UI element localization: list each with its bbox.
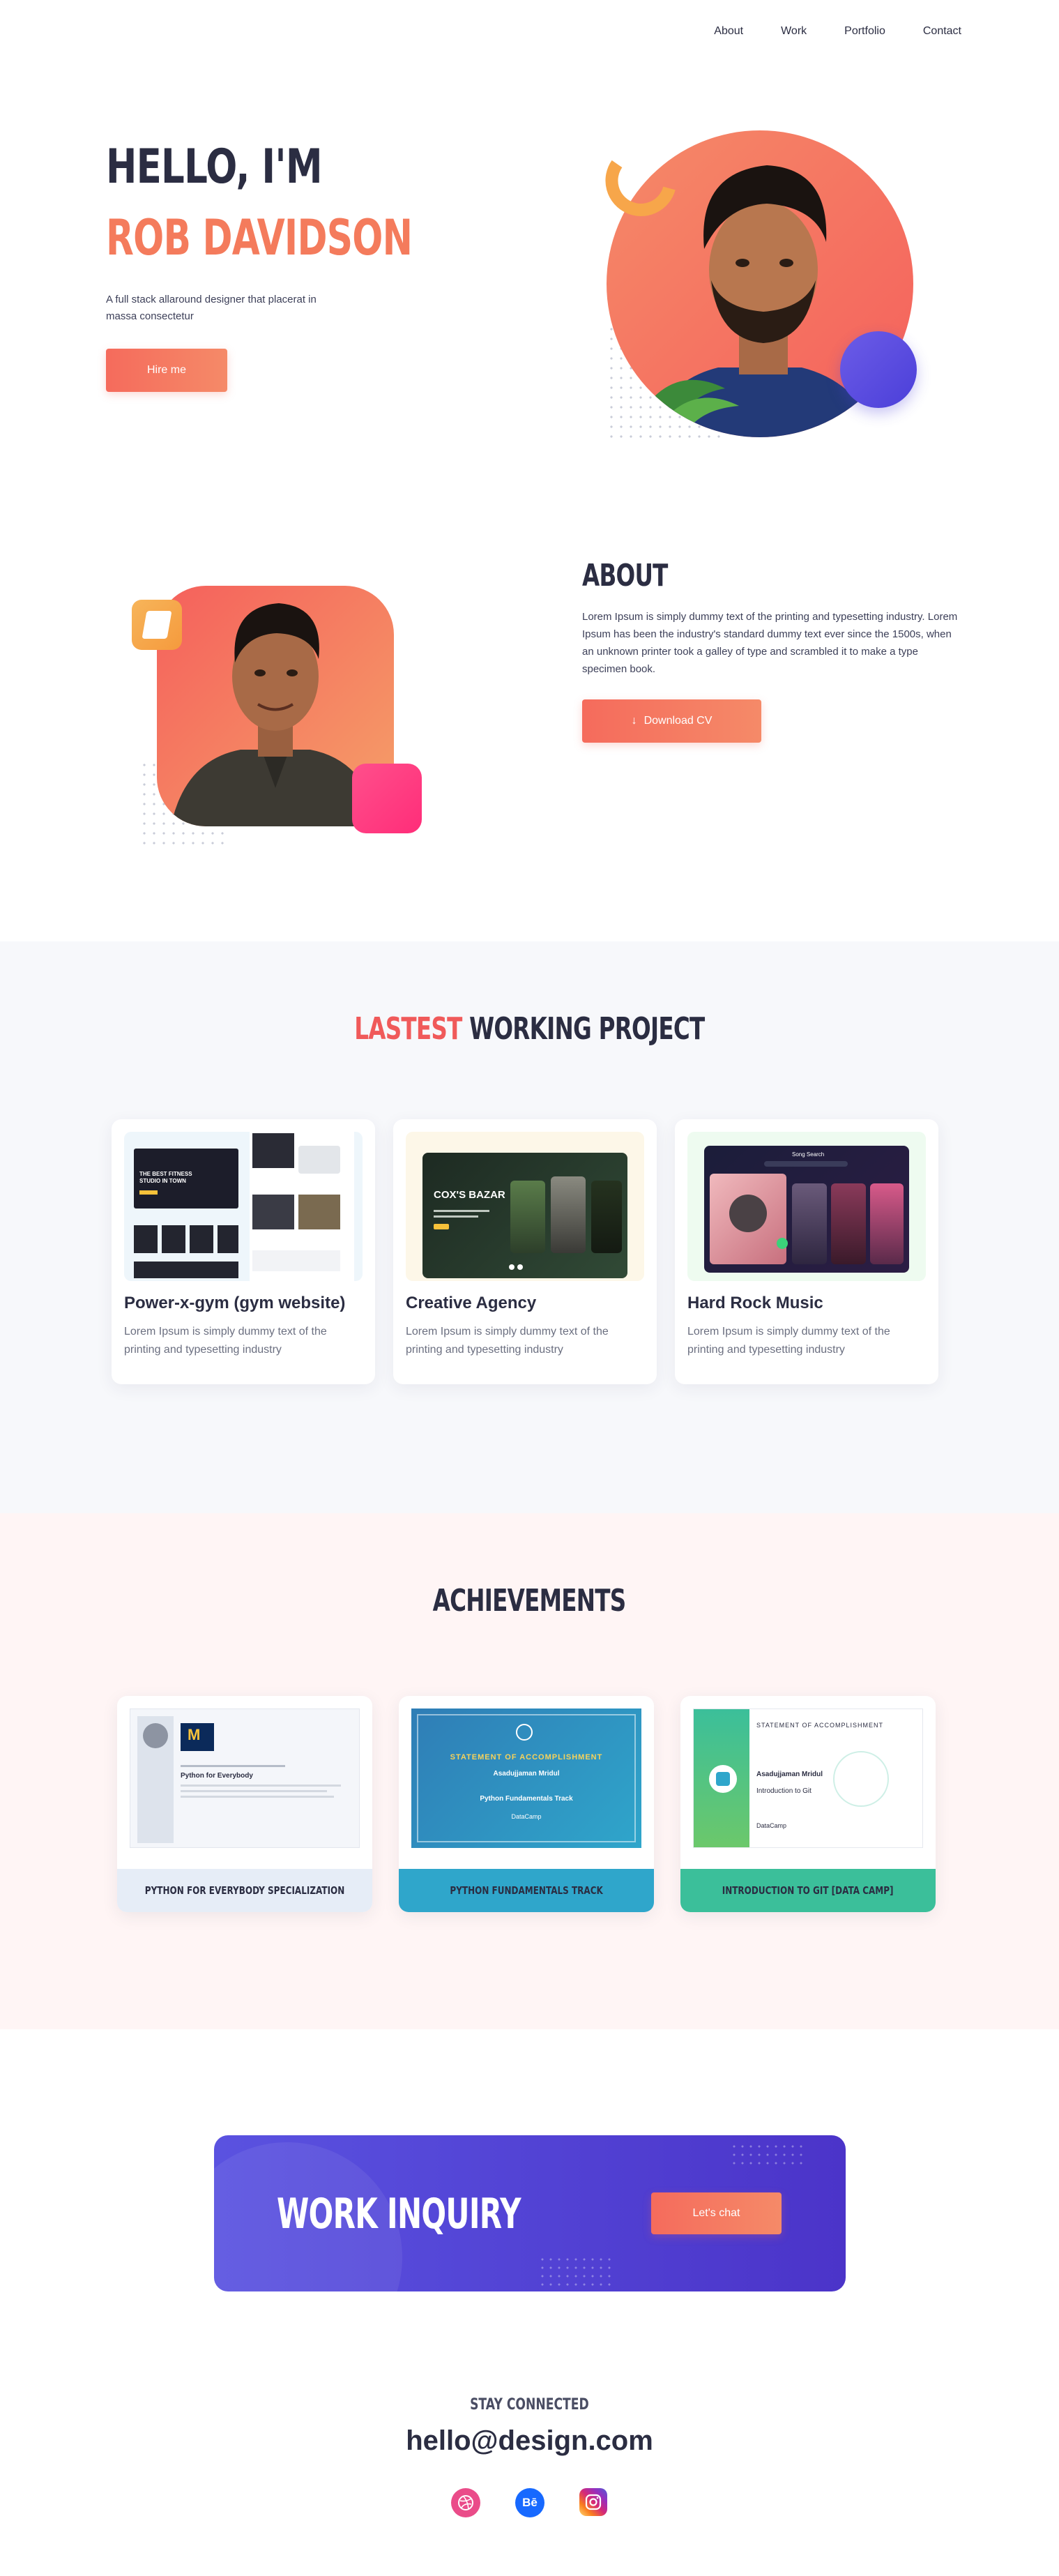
nav-link-about[interactable]: About (714, 25, 743, 38)
work-inquiry-title: WORK INQUIRY (277, 2190, 521, 2238)
certificate-heading: STATEMENT OF ACCOMPLISHMENT (756, 1722, 884, 1729)
gym-headline: THE BEST FITNESS STUDIO IN TOWN (139, 1171, 192, 1184)
certificate-recipient: Asadujjaman Mridul (493, 1770, 560, 1778)
project-description: Lorem Ipsum is simply dummy text of the … (406, 1326, 609, 1356)
about-title: ABOUT (582, 558, 668, 593)
hero-photo-group (600, 115, 920, 443)
social-links: Bē (451, 2488, 607, 2517)
project-card-gym[interactable]: THE BEST FITNESS STUDIO IN TOWN Power-x-… (112, 1119, 375, 1384)
achievement-card-python-everybody[interactable]: M Python for Everybody PYTHON FOR EVERYB… (117, 1696, 372, 1912)
about-text: Lorem Ipsum is simply dummy text of the … (582, 611, 958, 675)
nav-link-portfolio[interactable]: Portfolio (844, 25, 885, 38)
projects-title-accent: LASTEST (354, 1011, 462, 1047)
project-thumbnail[interactable]: THE BEST FITNESS STUDIO IN TOWN (124, 1132, 363, 1281)
pink-square-decoration (352, 764, 422, 833)
achievements-title: ACHIEVEMENTS (433, 1583, 627, 1619)
project-name[interactable]: Hard Rock Music (687, 1294, 823, 1313)
certificate-image[interactable]: M Python for Everybody (130, 1709, 360, 1848)
achievement-label: PYTHON FOR EVERYBODY SPECIALIZATION (117, 1869, 372, 1912)
music-headline: Song Search (792, 1151, 825, 1158)
certificate-heading: STATEMENT OF ACCOMPLISHMENT (450, 1753, 603, 1761)
work-inquiry-banner: WORK INQUIRY Let's chat (214, 2135, 846, 2291)
nav-link-work[interactable]: Work (781, 25, 807, 38)
lets-chat-button[interactable]: Let's chat (651, 2192, 782, 2234)
dot-pattern (730, 2142, 807, 2170)
instagram-icon[interactable] (579, 2488, 607, 2516)
project-card-agency[interactable]: COX'S BAZAR Creative Agency Lorem Ipsum … (393, 1119, 657, 1384)
download-cv-button[interactable]: ↓ Download CV (582, 699, 761, 743)
certificate-course: Introduction to Git (756, 1787, 812, 1795)
project-name[interactable]: Creative Agency (406, 1294, 536, 1313)
projects-title-rest: WORKING PROJECT (469, 1011, 705, 1047)
project-card-music[interactable]: Song Search Hard Rock Music Lorem Ipsum … (675, 1119, 938, 1384)
project-description: Lorem Ipsum is simply dummy text of the … (687, 1326, 890, 1356)
agency-headline: COX'S BAZAR (434, 1189, 505, 1201)
certificate-brand: DataCamp (756, 1822, 787, 1829)
download-arrow-icon: ↓ (631, 715, 637, 727)
certificate-image[interactable]: STATEMENT OF ACCOMPLISHMENT Asadujjaman … (693, 1709, 923, 1848)
dribbble-icon[interactable] (451, 2488, 480, 2517)
nav-link-contact[interactable]: Contact (923, 25, 961, 38)
purple-ball-decoration (840, 331, 917, 408)
top-nav: About Work Portfolio Contact (714, 25, 961, 38)
ring-decoration-icon (605, 160, 676, 216)
download-cv-label: Download CV (643, 715, 713, 727)
achievement-card-intro-git[interactable]: STATEMENT OF ACCOMPLISHMENT Asadujjaman … (680, 1696, 936, 1912)
project-description: Lorem Ipsum is simply dummy text of the … (124, 1326, 327, 1356)
contact-email[interactable]: hello@design.com (0, 2425, 1059, 2457)
achievement-cards: M Python for Everybody PYTHON FOR EVERYB… (117, 1696, 936, 1912)
certificate-course: Python Fundamentals Track (480, 1795, 573, 1803)
projects-title: LASTEST WORKING PROJECT (0, 1011, 1059, 1047)
dot-pattern (538, 2255, 615, 2290)
hero-name: ROB DAVIDSON (106, 209, 413, 266)
projects-section: LASTEST WORKING PROJECT THE BEST FITNESS… (0, 941, 1059, 1513)
certificate-course: Python for Everybody (181, 1772, 253, 1780)
hero-greeting: HELLO, I'M (106, 139, 323, 195)
achievements-section: ACHIEVEMENTS M Python for Everybody PYTH… (0, 1513, 1059, 2029)
project-thumbnail[interactable]: Song Search (687, 1132, 926, 1281)
project-cards: THE BEST FITNESS STUDIO IN TOWN Power-x-… (112, 1119, 938, 1384)
achievement-label: INTRODUCTION TO GIT [DATA CAMP] (680, 1869, 936, 1912)
certificate-brand: DataCamp (511, 1813, 542, 1820)
hire-me-button[interactable]: Hire me (106, 349, 227, 392)
behance-icon[interactable]: Bē (515, 2488, 544, 2517)
achievement-label: PYTHON FUNDAMENTALS TRACK (399, 1869, 654, 1912)
hero-description: A full stack allaround designer that pla… (106, 294, 317, 322)
achievement-card-python-fundamentals[interactable]: STATEMENT OF ACCOMPLISHMENT Asadujjaman … (399, 1696, 654, 1912)
project-thumbnail[interactable]: COX'S BAZAR (406, 1132, 644, 1281)
yellow-square-decoration (132, 600, 182, 650)
certificate-recipient: Asadujjaman Mridul (756, 1771, 823, 1778)
about-photo-group (129, 551, 429, 858)
project-name[interactable]: Power-x-gym (gym website) (124, 1294, 345, 1313)
stay-connected-heading: STAY CONNECTED (470, 2396, 589, 2414)
certificate-image[interactable]: STATEMENT OF ACCOMPLISHMENT Asadujjaman … (411, 1709, 641, 1848)
